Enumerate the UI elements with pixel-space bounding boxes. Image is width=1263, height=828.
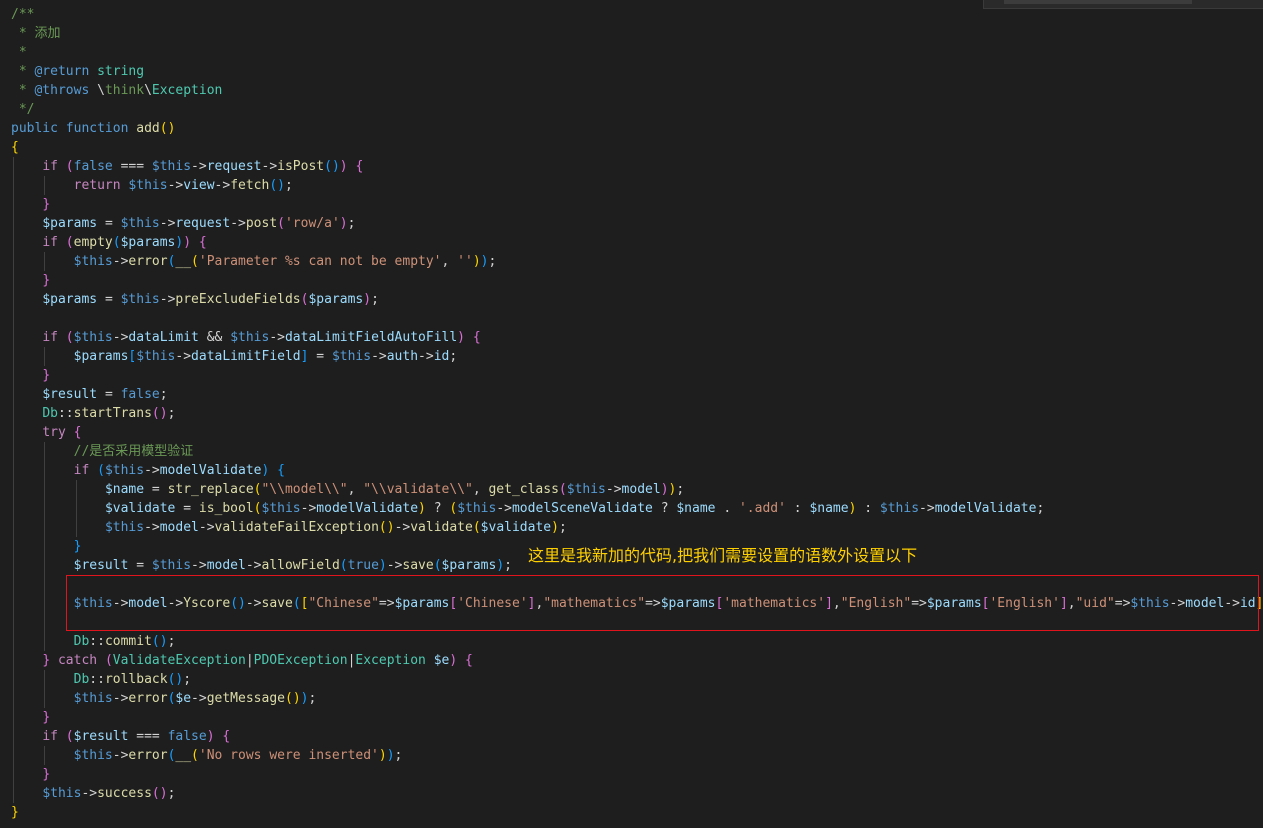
code-line: if (false === $this->request->isPost()) … [42, 159, 364, 174]
minimap-slider[interactable] [983, 0, 1263, 9]
code-line: } [11, 805, 19, 820]
annotation-highlight-box [66, 575, 1259, 631]
code-line: $this->model->validateFailException()->v… [104, 520, 567, 535]
code-line: $this->error($e->getMessage()); [73, 691, 317, 706]
annotation-text: 这里是我新加的代码,把我们需要设置的语数外设置以下 [528, 546, 918, 565]
code-line: } [42, 197, 51, 212]
code-line: $result = $this->model->allowField(true)… [73, 558, 512, 573]
code-line: /** [11, 7, 35, 22]
code-line: return $this->view->fetch(); [73, 178, 293, 193]
code-line: $this->success(); [42, 786, 176, 801]
code-line: if ($this->dataLimit && $this->dataLimit… [42, 330, 481, 345]
code-line: Db::commit(); [73, 634, 176, 649]
code-line: $params[$this->dataLimitField] = $this->… [73, 349, 458, 364]
code-line: $this->error(__('No rows were inserted')… [73, 748, 403, 763]
code-line: Db::rollback(); [73, 672, 192, 687]
code-line: } [42, 368, 51, 383]
minimap-thumb[interactable] [1004, 0, 1192, 4]
code-line: * @return string [11, 64, 145, 79]
code-line: $this->error(__('Parameter %s can not be… [73, 254, 497, 269]
code-line: $params = $this->request->post('row/a'); [42, 216, 356, 231]
code-line: public function add() [11, 121, 176, 136]
code-line: } [42, 767, 51, 782]
code-line: if ($this->modelValidate) { [73, 463, 285, 478]
code-line: $name = str_replace("\\model\\", "\\vali… [104, 482, 685, 497]
code-line: } [42, 273, 51, 288]
code-editor[interactable]: /** * 添加 * * @return string * @throws \t… [0, 0, 1263, 828]
code-line: { [11, 140, 19, 155]
code-line: $result = false; [42, 387, 168, 402]
code-line: } [73, 539, 82, 554]
code-line: $params = $this->preExcludeFields($param… [42, 292, 379, 307]
code-line: } [42, 710, 51, 725]
code-line: * @throws \think\Exception [11, 83, 223, 98]
code-line: */ [11, 102, 35, 117]
code-line: if (empty($params)) { [42, 235, 207, 250]
code-line: } catch (ValidateException|PDOException|… [42, 653, 473, 668]
code-line: if ($result === false) { [42, 729, 231, 744]
code-line: * 添加 [11, 26, 61, 41]
code-line: try { [42, 425, 82, 440]
code-line: $validate = is_bool($this->modelValidate… [104, 501, 1045, 516]
code-line: Db::startTrans(); [42, 406, 176, 421]
code-line: //是否采用模型验证 [73, 444, 194, 459]
code-line: * [11, 45, 27, 60]
